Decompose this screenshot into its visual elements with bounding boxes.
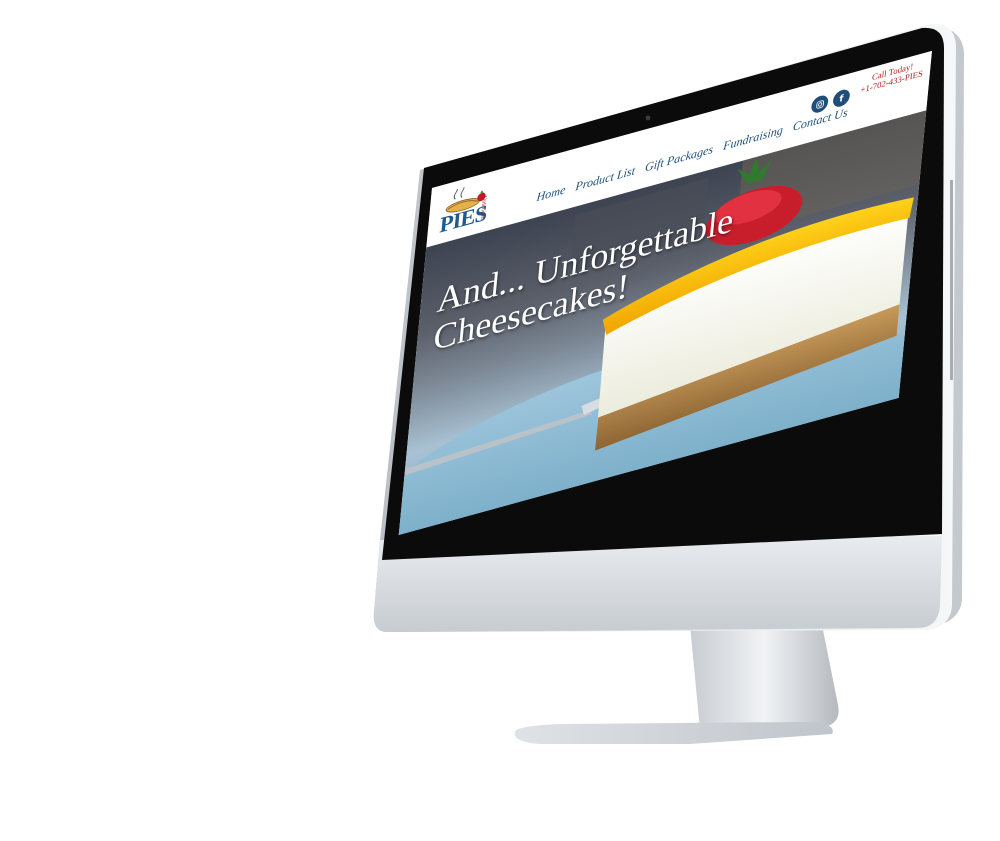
logo-subtext: Unlimited xyxy=(479,195,489,221)
stand-base xyxy=(514,722,833,744)
camera-icon xyxy=(645,115,651,121)
nav-fundraising[interactable]: Fundraising xyxy=(722,124,784,154)
nav-home[interactable]: Home xyxy=(536,183,566,205)
stand-neck xyxy=(690,625,839,730)
nav-product-list[interactable]: Product List xyxy=(575,164,636,194)
